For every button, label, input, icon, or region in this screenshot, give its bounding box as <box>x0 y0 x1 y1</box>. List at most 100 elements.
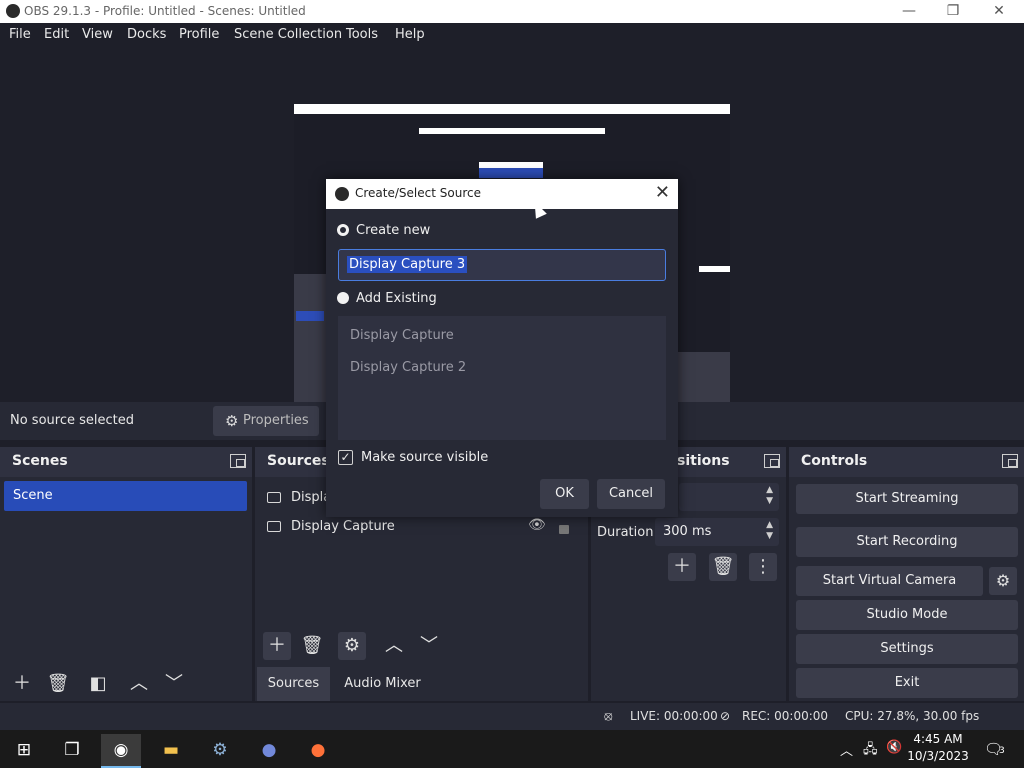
add-transition-button[interactable]: ＋ <box>668 553 696 581</box>
create-new-radio[interactable] <box>337 224 349 236</box>
chevron-down-icon: ﹀ <box>420 635 438 656</box>
dialog-titlebar: Create/Select Source ✕ <box>326 179 678 209</box>
add-existing-label[interactable]: Add Existing <box>356 291 437 306</box>
tab-sources[interactable]: Sources <box>257 667 330 701</box>
menu-file[interactable]: File <box>9 27 31 42</box>
source-properties-button[interactable]: ⚙ <box>338 632 366 660</box>
obs-app-icon <box>6 4 20 18</box>
remove-source-button[interactable]: 🗑 <box>298 632 326 660</box>
existing-sources-list[interactable]: Display Capture Display Capture 2 <box>338 316 666 440</box>
duration-spinbox[interactable]: 300 ms ▲ ▼ <box>655 518 779 546</box>
mirror-fragment <box>699 266 730 272</box>
undock-icon[interactable] <box>764 454 780 468</box>
eye-icon[interactable]: 👁 <box>528 517 546 533</box>
add-scene-button[interactable]: ＋ <box>8 670 36 698</box>
source-name-value: Display Capture 3 <box>347 256 468 273</box>
menu-tools[interactable]: Tools <box>346 27 378 42</box>
move-source-down-button[interactable]: ﹀ <box>415 632 443 660</box>
steam-icon[interactable]: ⚙ <box>200 734 240 768</box>
network-icon[interactable]: 🖧 <box>863 740 878 762</box>
notification-count: 3 <box>999 746 1005 756</box>
existing-source-item[interactable]: Display Capture <box>350 328 454 343</box>
discord-icon[interactable]: ● <box>249 734 289 768</box>
scene-filters-button[interactable]: ◧ <box>84 670 112 698</box>
menu-edit[interactable]: Edit <box>44 27 69 42</box>
existing-source-item[interactable]: Display Capture 2 <box>350 360 466 375</box>
undock-icon[interactable] <box>1002 454 1018 468</box>
trash-icon: 🗑 <box>46 673 70 694</box>
tab-audio-mixer[interactable]: Audio Mixer <box>333 667 432 701</box>
properties-label: Properties <box>243 413 309 428</box>
remove-transition-button[interactable]: 🗑 <box>709 553 737 581</box>
rec-icon: ⊘ <box>720 709 731 723</box>
make-visible-label[interactable]: Make source visible <box>361 450 488 465</box>
ok-button[interactable]: OK <box>540 479 589 509</box>
virtual-camera-settings-button[interactable]: ⚙ <box>989 567 1017 595</box>
remove-scene-button[interactable]: 🗑 <box>44 670 72 698</box>
scene-list-item[interactable]: Scene <box>4 481 247 511</box>
up-down-arrows-icon: ▲ ▼ <box>766 520 773 541</box>
move-source-up-button[interactable]: ︿ <box>380 632 408 660</box>
undock-icon[interactable] <box>230 454 246 468</box>
menu-scene-collection[interactable]: Scene Collection <box>234 27 342 42</box>
task-view-icon[interactable]: ❐ <box>52 734 92 768</box>
menu-view[interactable]: View <box>82 27 113 42</box>
mirror-titlebar <box>294 104 730 114</box>
firefox-icon[interactable]: ● <box>298 734 338 768</box>
add-source-button[interactable]: ＋ <box>263 632 291 660</box>
sources-dock-title: Sources <box>267 453 330 469</box>
clock-time: 4:45 AM <box>913 732 963 746</box>
trash-icon: 🗑 <box>711 556 735 577</box>
controls-dock-header: Controls <box>789 447 1024 477</box>
create-select-source-dialog: Create/Select Source ✕ Create new Displa… <box>326 179 678 517</box>
minimize-button[interactable]: — <box>886 0 932 23</box>
plus-icon: ＋ <box>268 635 286 656</box>
transition-select[interactable]: ▲ ▼ <box>679 483 779 511</box>
studio-mode-button[interactable]: Studio Mode <box>796 600 1018 630</box>
source-name-input[interactable]: Display Capture 3 <box>338 249 666 281</box>
live-time: LIVE: 00:00:00 <box>630 709 718 723</box>
cpu-usage: CPU: 27.8%, 30.00 fps <box>845 709 980 723</box>
exit-button[interactable]: Exit <box>796 668 1018 698</box>
menu-bar: File Edit View Docks Profile Scene Colle… <box>0 23 1024 47</box>
close-window-button[interactable]: ✕ <box>976 0 1022 23</box>
start-virtual-camera-button[interactable]: Start Virtual Camera <box>796 566 983 596</box>
mirror-menubar <box>294 114 730 124</box>
scenes-dock-title: Scenes <box>12 453 68 469</box>
add-existing-radio[interactable] <box>337 292 349 304</box>
window-titlebar: OBS 29.1.3 - Profile: Untitled - Scenes:… <box>0 0 1024 23</box>
filter-icon: ◧ <box>89 673 107 694</box>
taskbar-clock[interactable]: 4:45 AM 10/3/2023 <box>906 731 970 765</box>
gear-icon: ⚙ <box>343 635 361 656</box>
menu-help[interactable]: Help <box>395 27 425 42</box>
rec-time: REC: 00:00:00 <box>742 709 829 723</box>
chevron-up-icon[interactable]: ︿ <box>840 740 853 759</box>
file-explorer-icon[interactable]: ▬ <box>151 734 191 768</box>
mirror-fragment <box>479 168 543 178</box>
live-signal-icon: ⦻ <box>604 709 613 724</box>
move-scene-down-button[interactable]: ﹀ <box>160 670 188 698</box>
volume-muted-icon[interactable]: 🔇 <box>886 740 902 755</box>
menu-docks[interactable]: Docks <box>127 27 166 42</box>
start-icon[interactable]: ⊞ <box>4 734 44 768</box>
make-visible-checkbox[interactable]: ✓ <box>338 450 353 465</box>
lock-icon[interactable] <box>559 525 569 534</box>
start-streaming-button[interactable]: Start Streaming <box>796 484 1018 514</box>
no-source-label: No source selected <box>10 413 134 428</box>
dialog-close-button[interactable]: ✕ <box>655 182 670 203</box>
properties-button[interactable]: ⚙ Properties <box>213 406 319 436</box>
cancel-button[interactable]: Cancel <box>597 479 665 509</box>
chevron-up-icon: ︿ <box>385 635 403 656</box>
create-new-label[interactable]: Create new <box>356 223 430 238</box>
start-recording-button[interactable]: Start Recording <box>796 527 1018 557</box>
menu-profile[interactable]: Profile <box>179 27 219 42</box>
trash-icon: 🗑 <box>300 635 324 656</box>
move-scene-up-button[interactable]: ︿ <box>125 670 153 698</box>
settings-button[interactable]: Settings <box>796 634 1018 664</box>
more-vertical-icon: ⋮ <box>754 556 772 577</box>
obs-icon[interactable]: ◉ <box>101 734 141 768</box>
maximize-button[interactable]: ❐ <box>930 0 976 23</box>
monitor-icon <box>267 521 281 532</box>
scenes-dock-header: Scenes <box>0 447 252 477</box>
transition-properties-button[interactable]: ⋮ <box>749 553 777 581</box>
